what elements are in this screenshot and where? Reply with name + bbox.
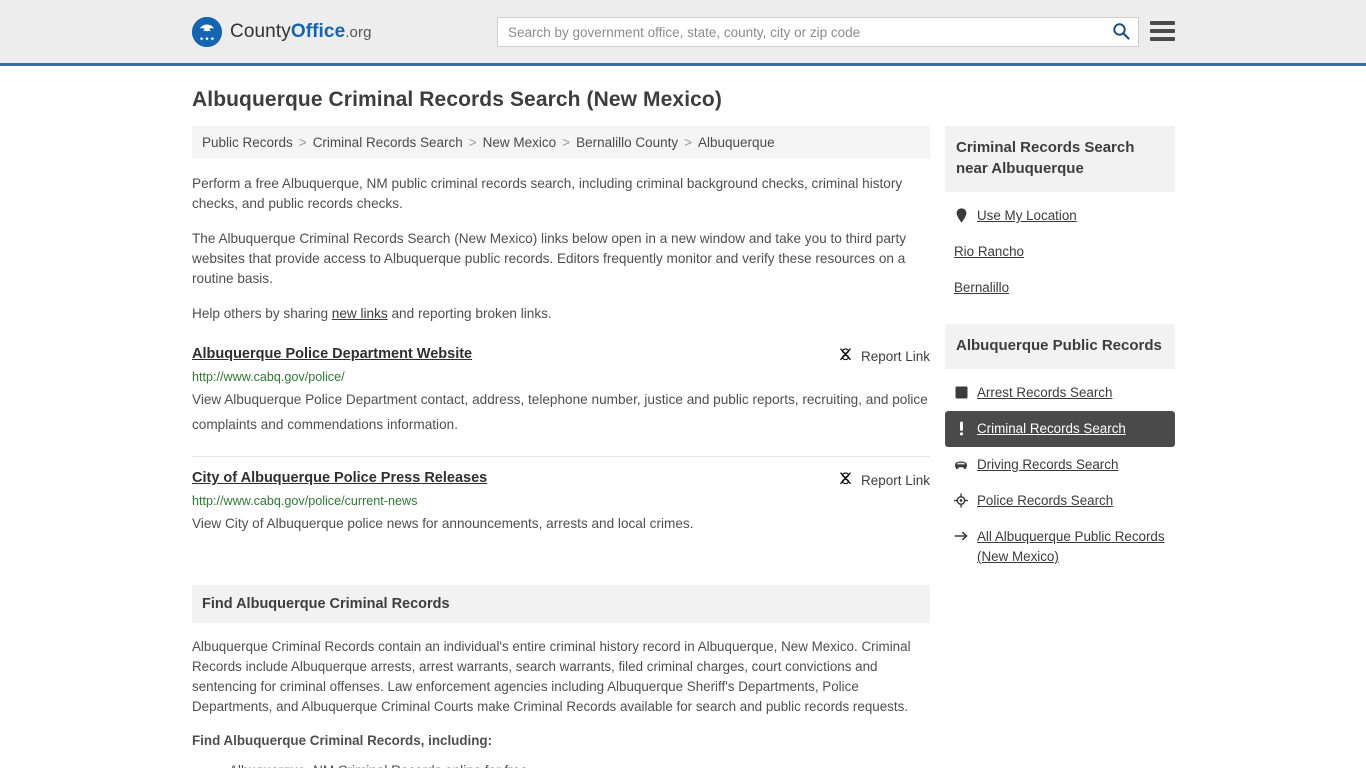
car-icon	[954, 456, 968, 472]
new-links-link[interactable]: new links	[332, 306, 388, 321]
breadcrumb-item-criminal-records-search[interactable]: Criminal Records Search	[313, 135, 463, 150]
list-item: Albuquerque, NM Criminal Records online …	[229, 760, 930, 768]
sidebar-item-driving-records-search[interactable]: Driving Records Search	[945, 447, 1175, 483]
find-records-body: Albuquerque Criminal Records contain an …	[192, 637, 930, 768]
nearby-search-card: Criminal Records Search near Albuquerque…	[945, 126, 1175, 306]
report-link-button[interactable]: Report Link	[838, 470, 930, 489]
sidebar-item-criminal-records-search[interactable]: Criminal Records Search	[945, 411, 1175, 447]
result-description: View City of Albuquerque police news for…	[192, 516, 694, 531]
sidebar: Criminal Records Search near Albuquerque…	[945, 126, 1175, 593]
content-layout: Public Records > Criminal Records Search…	[192, 126, 1175, 768]
sidebar-item-rio-rancho[interactable]: Rio Rancho	[945, 234, 1175, 270]
hamburger-bar	[1150, 21, 1175, 25]
sidebar-item-label[interactable]: Criminal Records Search	[977, 419, 1126, 439]
broken-link-icon	[838, 347, 853, 365]
hamburger-bar	[1150, 37, 1175, 41]
intro-p3-before: Help others by sharing	[192, 306, 332, 321]
sidebar-item-label[interactable]: Arrest Records Search	[977, 383, 1112, 403]
page-container: Albuquerque Criminal Records Search (New…	[0, 88, 1366, 768]
result-item: Albuquerque Police Department Website Re…	[192, 346, 930, 449]
report-link-label: Report Link	[860, 472, 930, 488]
find-records-section: Find Albuquerque Criminal Records Albuqu…	[192, 585, 930, 768]
sidebar-item-bernalillo[interactable]: Bernalillo	[945, 270, 1175, 306]
result-description: View Albuquerque Police Department conta…	[192, 392, 928, 432]
result-item: City of Albuquerque Police Press Release…	[192, 456, 930, 548]
sidebar-item-label[interactable]: Driving Records Search	[977, 455, 1118, 475]
search-bar[interactable]	[497, 17, 1139, 47]
fingerprint-square-icon	[954, 384, 968, 400]
results-list: Albuquerque Police Department Website Re…	[192, 346, 930, 548]
site-logo[interactable]: CountyOffice.org	[192, 16, 372, 47]
result-header: Albuquerque Police Department Website Re…	[192, 346, 930, 365]
search-input[interactable]	[498, 18, 1104, 46]
result-title-link[interactable]: Albuquerque Police Department Website	[192, 346, 472, 362]
brand-part-office: Office	[290, 20, 346, 42]
breadcrumb-item-new-mexico[interactable]: New Mexico	[483, 135, 557, 150]
find-records-bullet-list: Albuquerque, NM Criminal Records online …	[192, 760, 930, 768]
find-records-heading: Find Albuquerque Criminal Records	[192, 585, 930, 623]
hamburger-bar	[1150, 29, 1175, 33]
sidebar-item-use-my-location[interactable]: Use My Location	[945, 198, 1175, 234]
sidebar-item-arrest-records-search[interactable]: Arrest Records Search	[945, 375, 1175, 411]
result-url: http://www.cabq.gov/police/current-news	[192, 494, 418, 508]
exclamation-icon	[954, 420, 968, 436]
intro-paragraph-2: The Albuquerque Criminal Records Search …	[192, 231, 907, 286]
intro-paragraph-1: Perform a free Albuquerque, NM public cr…	[192, 176, 903, 211]
public-records-list: Arrest Records Search Criminal Records S…	[945, 369, 1175, 575]
breadcrumb-separator: >	[298, 135, 307, 150]
sidebar-item-police-records-search[interactable]: Police Records Search	[945, 483, 1175, 519]
brand-part-org: .org	[345, 23, 372, 41]
search-icon	[1112, 22, 1130, 43]
site-logo-text: CountyOffice.org	[230, 21, 372, 43]
eagle-seal-icon	[192, 16, 222, 47]
breadcrumb-separator: >	[562, 135, 571, 150]
public-records-heading: Albuquerque Public Records	[945, 324, 1175, 369]
main-column: Public Records > Criminal Records Search…	[192, 126, 930, 768]
sidebar-item-all-public-records[interactable]: All Albuquerque Public Records (New Mexi…	[945, 519, 1175, 575]
nearby-search-heading: Criminal Records Search near Albuquerque	[945, 126, 1175, 192]
breadcrumb-separator: >	[468, 135, 477, 150]
search-button[interactable]	[1104, 18, 1138, 46]
sidebar-item-label[interactable]: Use My Location	[977, 206, 1077, 226]
site-header: CountyOffice.org	[0, 0, 1366, 66]
breadcrumb: Public Records > Criminal Records Search…	[192, 126, 930, 159]
sidebar-item-label[interactable]: Rio Rancho	[954, 242, 1024, 262]
report-link-button[interactable]: Report Link	[838, 346, 930, 365]
arrow-right-icon	[954, 528, 968, 544]
breadcrumb-item-albuquerque[interactable]: Albuquerque	[698, 135, 775, 150]
breadcrumb-item-bernalillo-county[interactable]: Bernalillo County	[576, 135, 678, 150]
find-records-paragraph: Albuquerque Criminal Records contain an …	[192, 639, 911, 714]
find-records-subheading: Find Albuquerque Criminal Records, inclu…	[192, 733, 493, 748]
sidebar-item-label[interactable]: Police Records Search	[977, 491, 1113, 511]
sidebar-item-label[interactable]: Bernalillo	[954, 278, 1009, 298]
breadcrumb-separator: >	[684, 135, 693, 150]
page-title: Albuquerque Criminal Records Search (New…	[192, 88, 722, 111]
result-title-link[interactable]: City of Albuquerque Police Press Release…	[192, 470, 487, 486]
sidebar-item-label[interactable]: All Albuquerque Public Records (New Mexi…	[977, 527, 1166, 567]
hamburger-menu-icon[interactable]	[1150, 21, 1175, 41]
result-url: http://www.cabq.gov/police/	[192, 370, 345, 384]
intro-p3-after: and reporting broken links.	[387, 306, 552, 321]
public-records-card: Albuquerque Public Records Arrest Record…	[945, 324, 1175, 575]
report-link-label: Report Link	[860, 348, 930, 364]
intro-paragraph-3: Help others by sharing new links and rep…	[192, 304, 930, 324]
broken-link-icon	[838, 471, 853, 489]
result-header: City of Albuquerque Police Press Release…	[192, 470, 930, 489]
intro-text: Perform a free Albuquerque, NM public cr…	[192, 174, 930, 324]
police-badge-icon	[954, 492, 968, 508]
map-pin-icon	[954, 207, 968, 223]
brand-part-county: County	[230, 20, 291, 42]
nearby-search-list: Use My Location Rio Rancho Bernalillo	[945, 192, 1175, 306]
breadcrumb-item-public-records[interactable]: Public Records	[202, 135, 293, 150]
